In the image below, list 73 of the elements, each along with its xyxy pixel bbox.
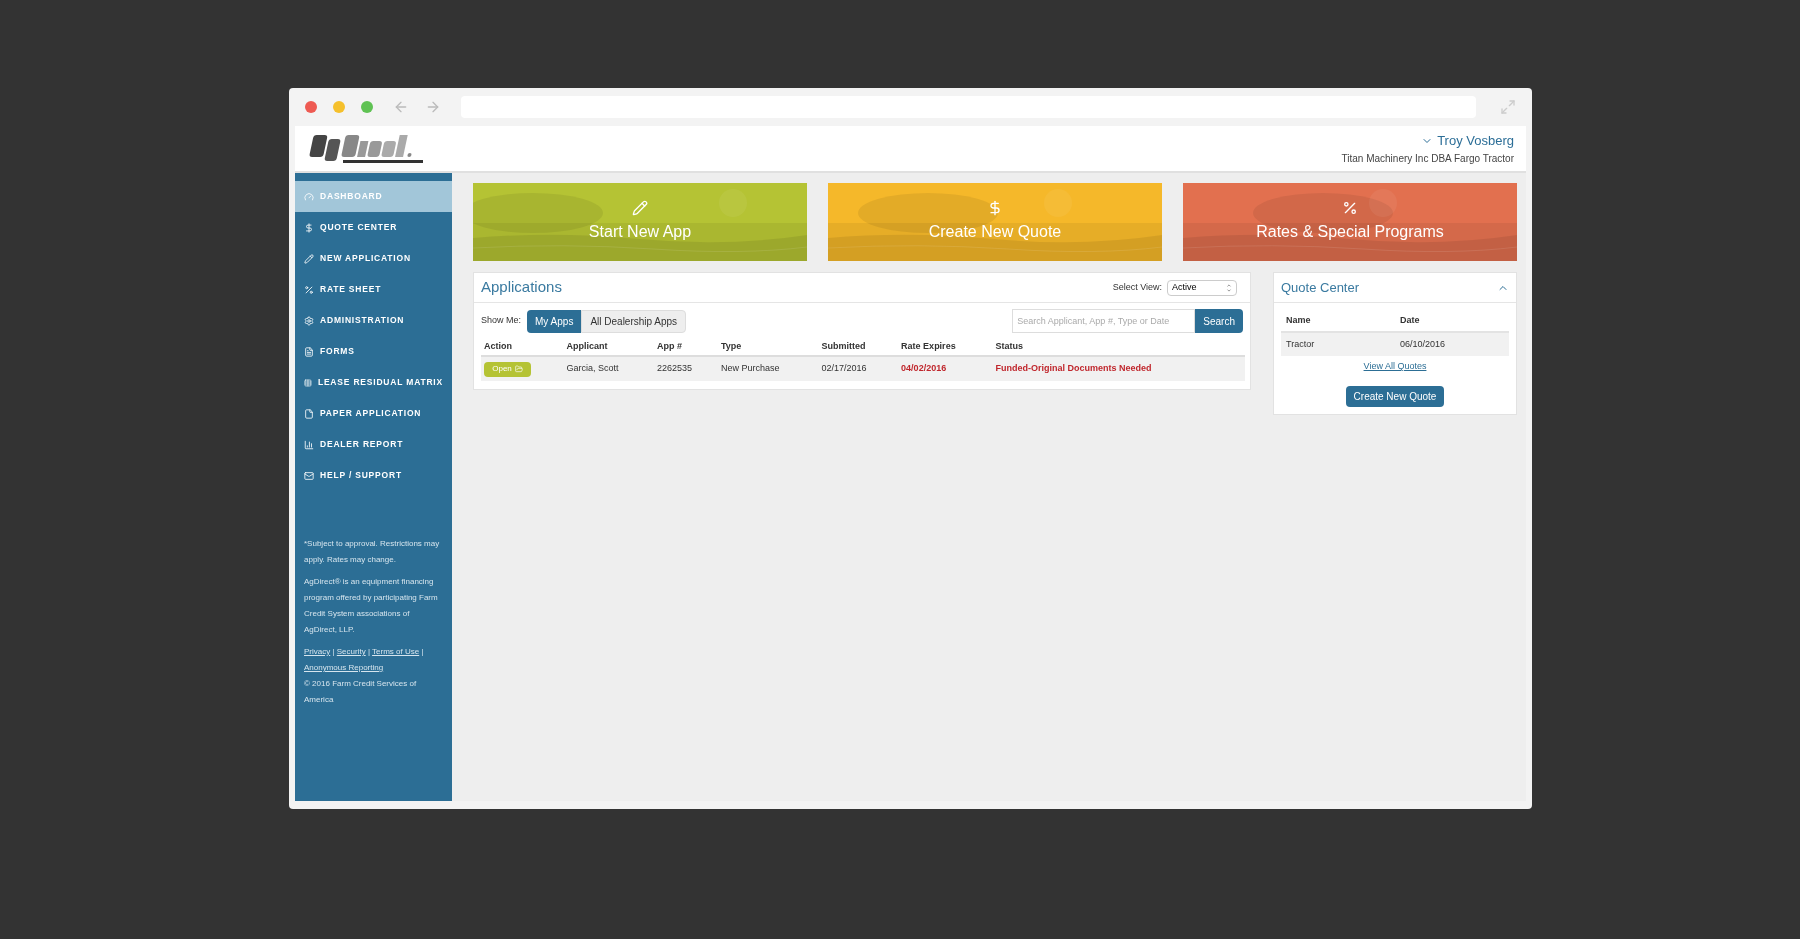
menu-icon <box>304 253 314 264</box>
footer-link[interactable]: Privacy <box>304 647 331 656</box>
menu-icon <box>304 191 314 202</box>
separator: | <box>366 647 371 656</box>
column-header: Date <box>1395 310 1509 332</box>
column-header: Rate Expires <box>898 339 993 356</box>
back-icon[interactable] <box>393 99 409 115</box>
table-cell: 04/02/2016 <box>898 356 993 381</box>
table-cell: Garcia, Scott <box>563 356 655 381</box>
tile-icon <box>987 200 1003 216</box>
column-header: Type <box>718 339 819 356</box>
column-header: App # <box>654 339 718 356</box>
disclaimer-text: AgDirect® is an equipment financing program offered by participating Farm Credit System associations of AgDirect, LLP. <box>304 576 439 636</box>
filter-toggle[interactable]: My Apps <box>527 309 582 333</box>
menu-icon <box>304 346 314 357</box>
table-cell: 06/10/2016 <box>1395 332 1509 356</box>
table-cell: Funded-Original Documents Needed <box>992 356 1245 381</box>
sidebar-item[interactable]: PAPER APPLICATION <box>295 398 452 429</box>
separator: | <box>420 647 424 656</box>
copyright-text: © 2016 Farm Credit Services of America <box>304 679 417 704</box>
company-name: Titan Machinery Inc DBA Fargo Tractor <box>1341 151 1514 166</box>
maximize-window-icon[interactable] <box>361 101 373 113</box>
show-me-label: Show Me: <box>481 314 522 328</box>
menu-icon <box>304 222 314 233</box>
panel-title: Applications <box>481 277 562 298</box>
sidebar-item[interactable]: QUOTE CENTER <box>295 212 452 243</box>
menu-icon <box>304 408 314 419</box>
column-header: Submitted <box>818 339 899 356</box>
menu-icon <box>304 315 314 326</box>
disclaimer-text: *Subject to approval. Restrictions may apply. Rates may change. <box>304 538 441 566</box>
column-header: Status <box>992 339 1245 356</box>
sidebar-item[interactable]: RATE SHEET <box>295 274 452 305</box>
panel-title: Quote Center <box>1281 278 1360 297</box>
view-all-link[interactable]: View All Quotes <box>1363 360 1427 374</box>
search-button[interactable]: Search <box>1195 309 1243 333</box>
sidebar-item[interactable]: NEW APPLICATION <box>295 243 452 274</box>
table-cell: New Purchase <box>718 356 819 381</box>
sidebar-item[interactable]: FORMS <box>295 336 452 367</box>
tile-icon <box>632 200 648 216</box>
table-cell: Tractor <box>1281 332 1395 356</box>
updown-icon <box>1226 282 1232 293</box>
sidebar-item[interactable]: ADMINISTRATION <box>295 305 452 336</box>
user-menu[interactable]: Troy Vosberg <box>1421 131 1514 151</box>
minimize-window-icon[interactable] <box>333 101 345 113</box>
footer-link[interactable]: Anonymous Reporting <box>304 663 384 672</box>
menu-icon <box>304 470 314 481</box>
tile-label: Start New App <box>588 222 692 242</box>
column-header: Action <box>481 339 564 356</box>
menu-icon <box>304 284 314 295</box>
tile-label: Rates & Special Programs <box>1256 222 1444 242</box>
fullscreen-icon[interactable] <box>1500 99 1516 115</box>
menu-icon <box>304 439 314 450</box>
select-label: Select View: <box>1112 280 1162 294</box>
filter-toggle[interactable]: All Dealership Apps <box>581 309 687 333</box>
view-select[interactable]: Active <box>1167 279 1237 296</box>
separator: | <box>331 647 336 656</box>
tile-icon <box>1342 200 1358 216</box>
close-window-icon[interactable] <box>305 101 317 113</box>
sidebar-item[interactable]: HELP / SUPPORT <box>295 460 452 491</box>
folder-icon <box>514 365 523 373</box>
sidebar-item[interactable]: DEALER REPORT <box>295 429 452 460</box>
footer-link[interactable]: Terms of Use <box>372 647 420 656</box>
column-header: Applicant <box>563 339 655 356</box>
tile-label: Create New Quote <box>928 222 1062 242</box>
forward-icon[interactable] <box>425 99 441 115</box>
create-quote-button[interactable]: Create New Quote <box>1345 385 1445 407</box>
table-cell: 02/17/2016 <box>818 356 899 381</box>
column-header: Name <box>1281 310 1395 332</box>
footer-link[interactable]: Security <box>336 647 366 656</box>
table-cell: 2262535 <box>654 356 718 381</box>
sidebar-item[interactable]: LEASE RESIDUAL MATRIX <box>295 367 452 398</box>
search-field[interactable]: Search Applicant, App #, Type or Date <box>1012 309 1196 333</box>
menu-icon <box>304 377 312 388</box>
